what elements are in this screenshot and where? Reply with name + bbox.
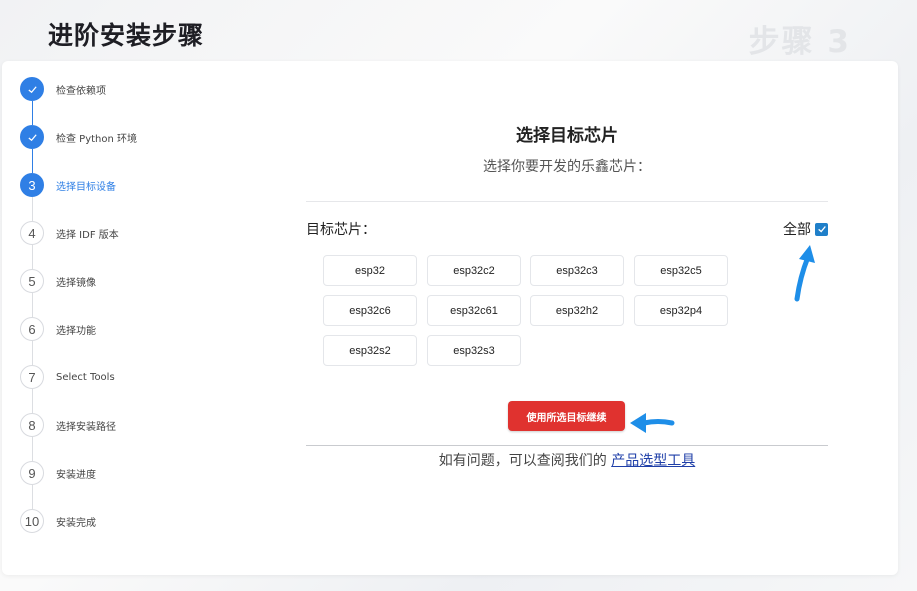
section-title: 选择目标芯片 [516,126,618,146]
step-label: 选择安装路径 [56,421,116,433]
divider [306,201,828,202]
step-connector [31,293,33,317]
chip-esp32s3[interactable]: esp32s3 [427,335,521,366]
chip-esp32c2[interactable]: esp32c2 [427,255,521,286]
installer-card: 检查依赖项 检查 Python 环境 3 选择目标设备 4 选择 IDF 版本 … [2,61,898,575]
step-watermark: 步骤 3 [748,24,851,60]
select-all-label: 全部 [783,222,811,238]
help-text: 如有问题，可以查阅我们的 产品选型工具 [302,450,832,470]
step-connector [31,149,33,173]
step-number: 6 [20,317,44,341]
chip-esp32c5[interactable]: esp32c5 [634,255,728,286]
step-label: 检查依赖项 [56,85,106,97]
step-label: Select Tools [56,371,115,383]
step-4[interactable]: 4 选择 IDF 版本 [20,221,119,245]
step-10[interactable]: 10 安装完成 [20,509,96,533]
chip-esp32h2[interactable]: esp32h2 [530,295,624,326]
chip-esp32c3[interactable]: esp32c3 [530,255,624,286]
target-chips-label: 目标芯片： [306,222,376,238]
step-label: 选择目标设备 [56,181,116,193]
check-icon [20,125,44,149]
step-1[interactable]: 检查依赖项 [20,77,106,101]
section-subtitle: 选择你要开发的乐鑫芯片： [483,159,651,175]
step-connector [31,389,33,413]
step-number: 7 [20,365,44,389]
step-number: 3 [20,173,44,197]
step-9[interactable]: 9 安装进度 [20,461,96,485]
step-number: 4 [20,221,44,245]
chip-esp32s2[interactable]: esp32s2 [323,335,417,366]
annotation-arrow-left-icon [630,413,675,433]
chip-esp32c6[interactable]: esp32c6 [323,295,417,326]
step-number: 9 [20,461,44,485]
step-number: 10 [20,509,44,533]
step-connector [31,485,33,509]
step-8[interactable]: 8 选择安装路径 [20,413,116,437]
check-icon [817,226,826,233]
select-all-toggle[interactable]: 全部 [783,219,828,239]
chip-esp32c61[interactable]: esp32c61 [427,295,521,326]
step-connector [31,101,33,125]
step-number: 5 [20,269,44,293]
step-label: 选择 IDF 版本 [56,229,119,241]
step-label: 安装完成 [56,517,96,529]
step-connector [31,197,33,221]
step-label: 检查 Python 环境 [56,133,138,145]
step-6[interactable]: 6 选择功能 [20,317,96,341]
divider [306,445,828,446]
step-connector [31,437,33,461]
chip-esp32p4[interactable]: esp32p4 [634,295,728,326]
step-7[interactable]: 7 Select Tools [20,365,115,389]
help-prefix: 如有问题，可以查阅我们的 [438,453,612,469]
step-connector [31,341,33,365]
select-all-checkbox[interactable] [815,222,828,236]
step-3[interactable]: 3 选择目标设备 [20,173,116,197]
step-label: 选择镜像 [56,277,96,289]
step-label: 安装进度 [56,469,96,481]
product-selector-link[interactable]: 产品选型工具 [611,453,695,469]
continue-button[interactable]: 使用所选目标继续 [508,401,625,431]
check-icon [20,77,44,101]
chip-esp32[interactable]: esp32 [323,255,417,286]
annotation-arrow-up-icon [794,245,815,302]
step-connector [31,245,33,269]
page-title: 进阶安装步骤 [48,21,205,50]
step-label: 选择功能 [56,325,96,337]
step-5[interactable]: 5 选择镜像 [20,269,96,293]
step-2[interactable]: 检查 Python 环境 [20,125,137,149]
step-number: 8 [20,413,44,437]
